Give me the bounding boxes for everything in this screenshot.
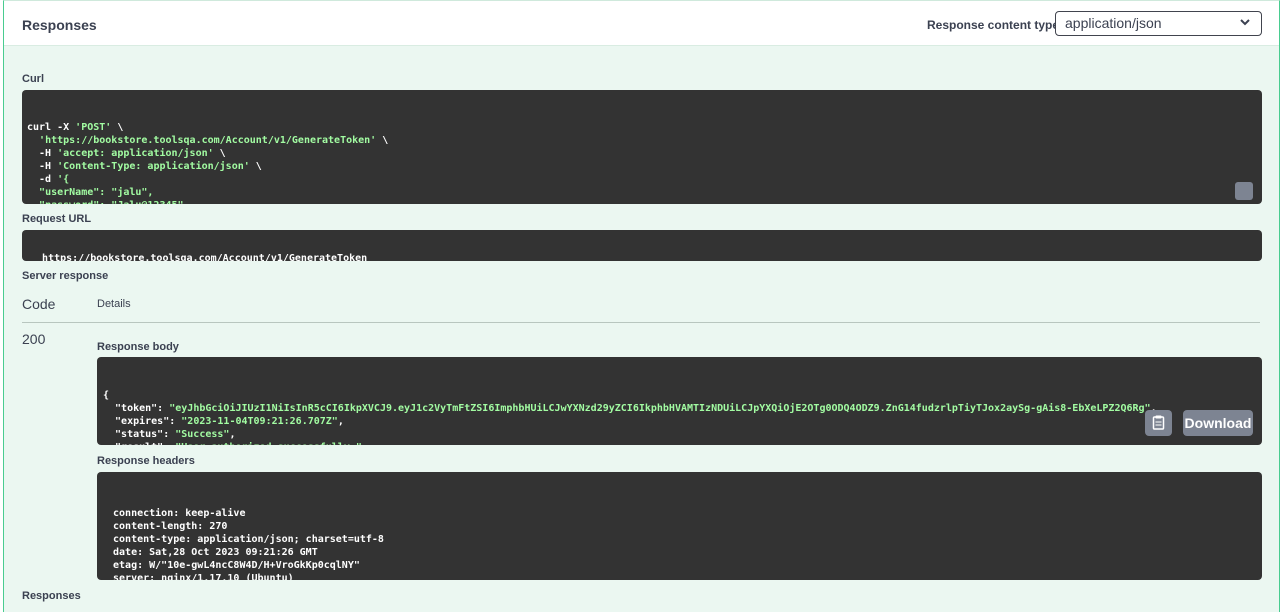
curl-line: -H 'Content-Type: application/json' \ (27, 160, 1257, 173)
curl-code-block: curl -X 'POST' \ 'https://bookstore.tool… (22, 90, 1262, 204)
response-content-type-label: Response content type (927, 18, 1060, 32)
response-header-line: content-type: application/json; charset=… (107, 534, 390, 545)
curl-line: "userName": "jalu", (27, 186, 1257, 199)
curl-code: curl -X 'POST' \ 'https://bookstore.tool… (27, 121, 1257, 204)
curl-token (27, 135, 39, 146)
curl-token (27, 187, 39, 198)
download-button[interactable]: Download (1183, 410, 1253, 436)
clipboard-icon (1152, 415, 1165, 430)
curl-token: curl -X (27, 122, 76, 133)
response-content-type-value: application/json (1065, 15, 1162, 31)
responses-section-label: Responses (22, 590, 81, 602)
response-body-token: "Success" (175, 429, 230, 440)
copy-curl-button[interactable] (1235, 182, 1253, 200)
curl-token: 'Content-Type: application/json' (57, 161, 250, 172)
code-column-header: Code (22, 296, 56, 312)
response-body-line: "result": "User authorized successfully.… (103, 441, 1256, 445)
clipboard-icon (1259, 195, 1262, 204)
request-url-block: https://bookstore.toolsqa.com/Account/v1… (22, 230, 1262, 261)
curl-token: \ (249, 161, 262, 172)
response-header-line: etag: W/"10e-gwL4ncC8W4D/H+VroGkKp0cqlNY… (107, 560, 366, 571)
request-url-value: https://bookstore.toolsqa.com/Account/v1… (42, 253, 368, 261)
response-header-line: server: nginx/1.17.10 (Ubuntu) (107, 573, 300, 580)
curl-line: "password": "Jalu@12345" (27, 199, 1257, 204)
curl-line: 'https://bookstore.toolsqa.com/Account/v… (27, 134, 1257, 147)
curl-token: "userName": "jalu", (39, 187, 154, 198)
response-headers-label: Response headers (97, 455, 195, 467)
response-body-line: { (103, 389, 1256, 402)
curl-token: 'https://bookstore.toolsqa.com/Account/v… (39, 135, 377, 146)
response-headers-block: connection: keep-alive content-length: 2… (97, 472, 1262, 580)
response-body-label: Response body (97, 341, 179, 353)
response-body-token: "expires": (103, 416, 182, 427)
response-body-line: "token": "eyJhbGciOiJIUzI1NiIsInR5cCI6Ik… (103, 402, 1256, 415)
response-header-line: content-length: 270 (107, 521, 234, 532)
curl-line: -H 'accept: application/json' \ (27, 147, 1257, 160)
chevron-down-icon (1240, 19, 1250, 26)
response-body-line: "expires": "2023-11-04T09:21:26.707Z", (103, 415, 1256, 428)
curl-token: \ (376, 135, 389, 146)
curl-label: Curl (22, 73, 44, 85)
response-body-token: "token": (103, 403, 170, 414)
table-divider (22, 322, 1260, 323)
response-content-type-select[interactable]: application/json (1055, 11, 1262, 36)
curl-token: 'accept: application/json' (57, 148, 214, 159)
response-body-token: "eyJhbGciOiJIUzI1NiIsInR5cCI6IkpXVCJ9.ey… (169, 403, 1151, 414)
details-column-header: Details (97, 298, 131, 310)
curl-line: -d '{ (27, 173, 1257, 186)
response-body-token: { (103, 390, 110, 401)
response-body-token: , (337, 416, 344, 427)
curl-token: -d (27, 174, 58, 185)
response-body-token: "2023-11-04T09:21:26.707Z" (181, 416, 338, 427)
curl-token: -H (27, 161, 58, 172)
responses-header: Responses Response content type applicat… (4, 1, 1279, 46)
response-body-code: { "token": "eyJhbGciOiJIUzI1NiIsInR5cCI6… (103, 389, 1256, 445)
server-response-label: Server response (22, 270, 109, 282)
response-header-line: date: Sat,28 Oct 2023 09:21:26 GMT (107, 547, 324, 558)
curl-token: "password": "Jalu@12345" (39, 200, 184, 204)
curl-line: curl -X 'POST' \ (27, 121, 1257, 134)
response-body-line: "status": "Success", (103, 428, 1256, 441)
request-url-label: Request URL (22, 213, 92, 225)
curl-token: 'POST' (75, 122, 112, 133)
curl-token: \ (213, 148, 226, 159)
response-body-token: "status": (103, 429, 176, 440)
curl-token (27, 200, 39, 204)
response-body-token: "result": (103, 442, 175, 445)
curl-token: \ (111, 122, 124, 133)
response-status-code: 200 (22, 331, 46, 347)
copy-response-button[interactable] (1145, 410, 1172, 436)
response-body-block: { "token": "eyJhbGciOiJIUzI1NiIsInR5cCI6… (97, 357, 1262, 445)
response-header-line: connection: keep-alive (107, 508, 252, 519)
responses-title: Responses (22, 17, 97, 33)
response-headers-code: connection: keep-alive content-length: 2… (107, 507, 1252, 580)
response-body-token: "User authorized successfully." (175, 442, 362, 445)
response-body-token: , (229, 429, 236, 440)
curl-token: '{ (57, 174, 70, 185)
curl-token: -H (27, 148, 58, 159)
